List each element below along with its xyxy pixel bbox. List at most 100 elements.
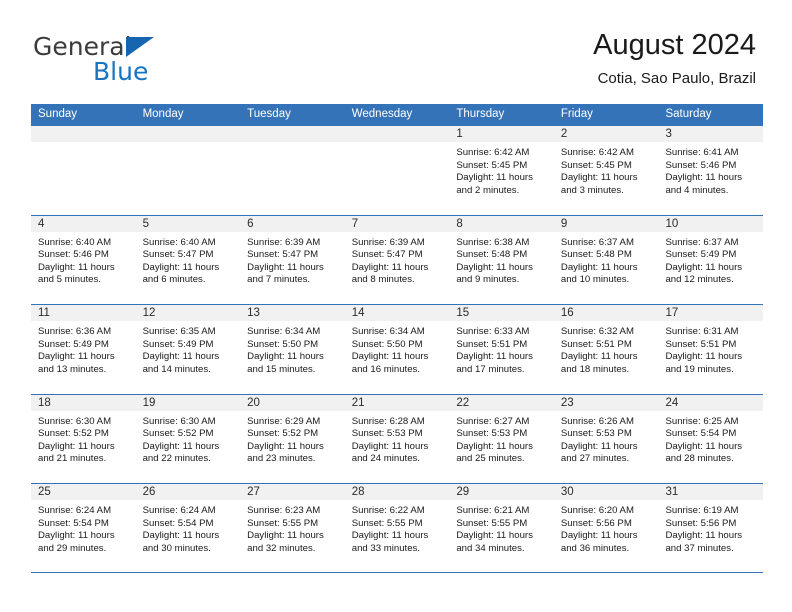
day-number: 30 [560,486,574,498]
day-number: 27 [247,486,260,498]
sunrise-text: Sunrise: 6:25 AM [665,415,739,427]
day-number: 22 [456,396,470,409]
weekday-header-sunday: Sunday [38,108,78,120]
day-number: 28 [351,486,365,498]
day-number: 2 [560,128,568,140]
weekday-header-wednesday: Wednesday [351,108,413,120]
day-info: Sunrise: 6:28 AM Sunset: 5:53 PM Dayligh… [345,412,450,466]
daylight-text-line2: and 21 minutes. [38,453,107,465]
daylight-text-line1: Daylight: 11 hours [456,440,533,452]
day-cell: 17 Sunrise: 6:31 AM Sunset: 5:51 PM Dayl… [658,305,764,394]
day-cell: 8 Sunrise: 6:38 AM Sunset: 5:48 PM Dayli… [449,215,554,305]
daynum-band: 25 [31,484,136,501]
daylight-text-line2: and 34 minutes. [456,542,525,554]
sunrise-text: Sunrise: 6:31 AM [665,326,739,337]
day-number: 20 [247,396,260,409]
sunrise-text: Sunrise: 6:26 AM [560,415,634,427]
daynum-band [31,126,136,143]
day-info: Sunrise: 6:22 AM Sunset: 5:55 PM Dayligh… [345,501,450,555]
day-number: 26 [142,486,156,498]
sunset-text: Sunset: 5:47 PM [351,249,423,261]
daynum-band: 17 [658,305,764,322]
daylight-text-line2: and 9 minutes. [456,274,520,286]
day-info: Sunrise: 6:35 AM Sunset: 5:49 PM Dayligh… [136,322,241,376]
sunset-text: Sunset: 5:52 PM [142,428,214,440]
weekday-header-thursday: Thursday [456,108,505,120]
daylight-text-line1: Daylight: 11 hours [665,172,743,184]
sunset-text: Sunset: 5:54 PM [665,428,737,440]
day-number: 1 [456,128,463,140]
sunrise-text: Sunrise: 6:39 AM [351,236,425,248]
day-info: Sunrise: 6:25 AM Sunset: 5:54 PM Dayligh… [658,412,763,466]
sunrise-text: Sunrise: 6:21 AM [456,505,530,516]
day-number: 31 [665,486,679,498]
day-info: Sunrise: 6:31 AM Sunset: 5:51 PM Dayligh… [658,322,763,376]
daylight-text-line1: Daylight: 11 hours [142,530,220,542]
calendar-grid: Sunday Monday Tuesday Wednesday Thursday… [31,104,764,573]
daylight-text-line1: Daylight: 11 hours [247,530,324,542]
day-number: 8 [456,217,463,230]
sunset-text: Sunset: 5:47 PM [142,249,214,261]
sunrise-text: Sunrise: 6:34 AM [247,326,321,337]
day-number: 18 [38,396,51,409]
day-cell: 7 Sunrise: 6:39 AM Sunset: 5:47 PM Dayli… [344,215,450,305]
day-cell: 1 Sunrise: 6:42 AM Sunset: 5:45 PM Dayli… [449,126,554,215]
day-info: Sunrise: 6:40 AM Sunset: 5:47 PM Dayligh… [136,233,241,287]
sunrise-text: Sunrise: 6:29 AM [247,415,321,427]
day-cell: 25 Sunrise: 6:24 AM Sunset: 5:54 PM Dayl… [31,484,136,572]
day-number: 5 [142,217,149,230]
calendar-page: General Blue August 2024 Cotia, Sao Paul… [0,0,792,612]
day-number: 15 [456,307,470,319]
daylight-text-line1: Daylight: 11 hours [456,530,533,542]
sunrise-text: Sunrise: 6:24 AM [38,505,112,516]
daynum-band: 6 [240,215,345,233]
day-info: Sunrise: 6:24 AM Sunset: 5:54 PM Dayligh… [136,501,241,555]
sunrise-text: Sunrise: 6:37 AM [560,236,634,248]
daynum-band: 28 [344,484,450,501]
day-number: 11 [38,307,50,319]
day-cell: 15 Sunrise: 6:33 AM Sunset: 5:51 PM Dayl… [449,305,554,394]
sunset-text: Sunset: 5:53 PM [456,428,528,440]
daylight-text-line2: and 6 minutes. [142,274,206,286]
logo-triangle-icon [126,37,154,57]
day-cell: 20 Sunrise: 6:29 AM Sunset: 5:52 PM Dayl… [240,394,345,484]
sunset-text: Sunset: 5:54 PM [38,517,109,529]
generalblue-logo: General Blue [33,33,243,86]
sunset-text: Sunset: 5:53 PM [351,428,423,440]
sunset-text: Sunset: 5:51 PM [560,338,632,350]
sunset-text: Sunset: 5:46 PM [665,159,737,171]
sunrise-text: Sunrise: 6:42 AM [560,147,634,158]
day-info: Sunrise: 6:42 AM Sunset: 5:45 PM Dayligh… [554,143,659,197]
sunrise-text: Sunrise: 6:20 AM [560,505,634,516]
day-number: 14 [351,307,365,319]
sunset-text: Sunset: 5:55 PM [351,517,423,529]
day-number: 21 [351,396,365,409]
day-number: 24 [665,396,679,409]
day-cell: 12 Sunrise: 6:35 AM Sunset: 5:49 PM Dayl… [135,305,241,394]
day-cell: 18 Sunrise: 6:30 AM Sunset: 5:52 PM Dayl… [31,394,136,484]
sunset-text: Sunset: 5:45 PM [560,159,632,171]
daylight-text-line2: and 14 minutes. [142,363,211,375]
daylight-text-line1: Daylight: 11 hours [560,261,638,273]
day-info: Sunrise: 6:19 AM Sunset: 5:56 PM Dayligh… [658,501,763,555]
weekday-header-saturday: Saturday [665,108,712,120]
daylight-text-line1: Daylight: 11 hours [247,440,324,452]
sunrise-text: Sunrise: 6:42 AM [456,147,530,158]
sunset-text: Sunset: 5:49 PM [665,249,737,261]
daynum-band: 30 [553,484,659,501]
sunset-text: Sunset: 5:51 PM [456,338,528,350]
daynum-band: 16 [553,305,659,322]
sunrise-text: Sunrise: 6:22 AM [351,505,425,516]
daynum-band: 4 [31,215,136,233]
day-cell: 11 Sunrise: 6:36 AM Sunset: 5:49 PM Dayl… [31,305,136,394]
daylight-text-line1: Daylight: 11 hours [142,351,220,363]
daylight-text-line2: and 30 minutes. [142,542,211,554]
day-info: Sunrise: 6:39 AM Sunset: 5:47 PM Dayligh… [345,233,450,287]
day-number: 17 [665,307,679,319]
day-cell: 29 Sunrise: 6:21 AM Sunset: 5:55 PM Dayl… [449,484,554,572]
day-number: 16 [560,307,574,319]
day-info: Sunrise: 6:20 AM Sunset: 5:56 PM Dayligh… [554,501,659,555]
sunrise-text: Sunrise: 6:23 AM [247,505,321,516]
day-cell: 9 Sunrise: 6:37 AM Sunset: 5:48 PM Dayli… [553,215,659,305]
sunset-text: Sunset: 5:52 PM [247,428,319,440]
